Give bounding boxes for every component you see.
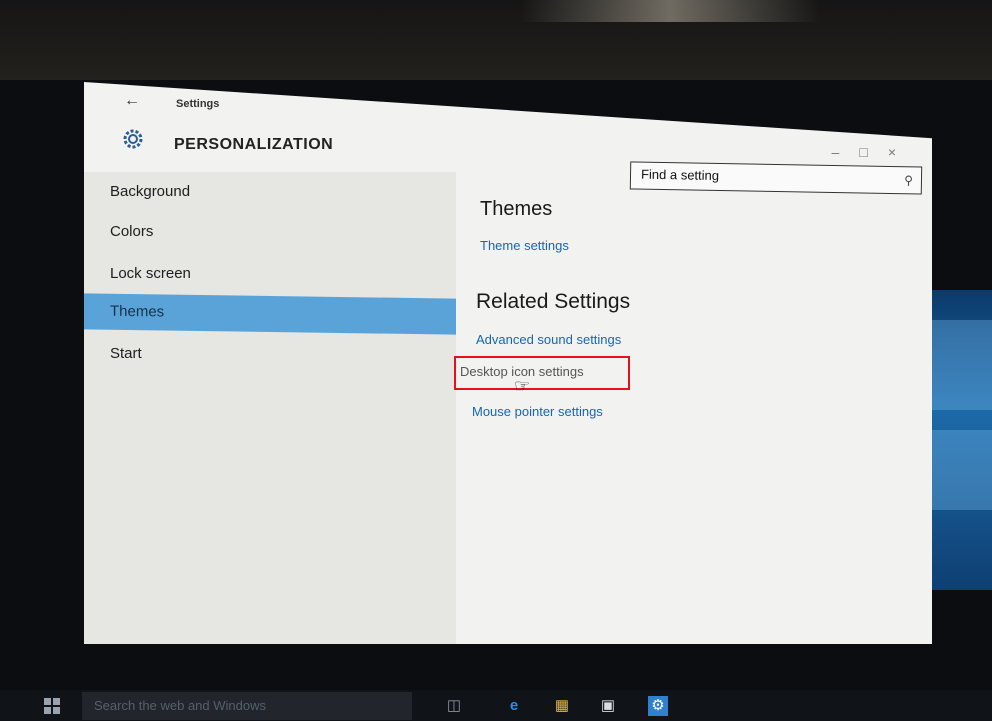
- themes-heading: Themes: [480, 198, 553, 220]
- file-explorer-icon[interactable]: ▦: [552, 696, 572, 716]
- start-tile: [53, 698, 60, 705]
- gear-icon: [120, 126, 146, 152]
- related-settings-heading: Related Settings: [476, 290, 631, 313]
- maximize-icon[interactable]: □: [859, 144, 887, 160]
- settings-window: ← Settings PERSONALIZATION –□× Backgroun…: [84, 82, 932, 644]
- sidebar-item-lock-screen[interactable]: Lock screen: [84, 256, 456, 292]
- search-icon[interactable]: ⚲: [904, 173, 913, 187]
- mouse-pointer-settings-link[interactable]: Mouse pointer settings: [472, 404, 603, 419]
- edge-browser-icon[interactable]: e: [504, 696, 524, 716]
- sidebar-item-themes[interactable]: Themes: [84, 293, 456, 335]
- start-tile: [44, 707, 51, 714]
- taskbar: Search the web and Windows ◫ e ▦ ▣ ⚙: [0, 690, 992, 721]
- close-icon[interactable]: ×: [888, 144, 916, 160]
- task-view-icon[interactable]: ◫: [444, 696, 464, 716]
- sidebar-item-colors[interactable]: Colors: [84, 214, 456, 250]
- start-tile: [53, 707, 60, 714]
- sidebar-item-background[interactable]: Background: [84, 174, 456, 210]
- wallpaper-pane: [922, 320, 992, 410]
- monitor-bezel: [0, 0, 992, 80]
- hand-cursor-icon: ☞: [514, 376, 531, 396]
- window-title: Settings: [176, 98, 220, 110]
- sidebar-item-start[interactable]: Start: [84, 336, 456, 372]
- advanced-sound-settings-link[interactable]: Advanced sound settings: [476, 332, 621, 347]
- back-arrow-icon[interactable]: ←: [124, 92, 140, 110]
- theme-settings-link[interactable]: Theme settings: [480, 238, 569, 253]
- page-title: PERSONALIZATION: [174, 136, 334, 153]
- sidebar: Background Colors Lock screen Themes Sta…: [84, 172, 456, 644]
- window-controls[interactable]: –□×: [832, 144, 916, 160]
- settings-app-icon[interactable]: ⚙: [648, 696, 668, 716]
- windows-start-icon[interactable]: [44, 698, 60, 714]
- photo-glare: [520, 0, 820, 22]
- taskbar-search-box[interactable]: Search the web and Windows: [82, 692, 412, 720]
- wallpaper-pane: [922, 430, 992, 510]
- start-tile: [44, 698, 51, 705]
- search-input[interactable]: Find a setting ⚲: [629, 161, 923, 195]
- minimize-icon[interactable]: –: [832, 144, 860, 160]
- main-content: Themes Theme settings Related Settings A…: [454, 172, 932, 644]
- store-icon[interactable]: ▣: [598, 696, 618, 716]
- search-placeholder: Find a setting: [640, 166, 720, 184]
